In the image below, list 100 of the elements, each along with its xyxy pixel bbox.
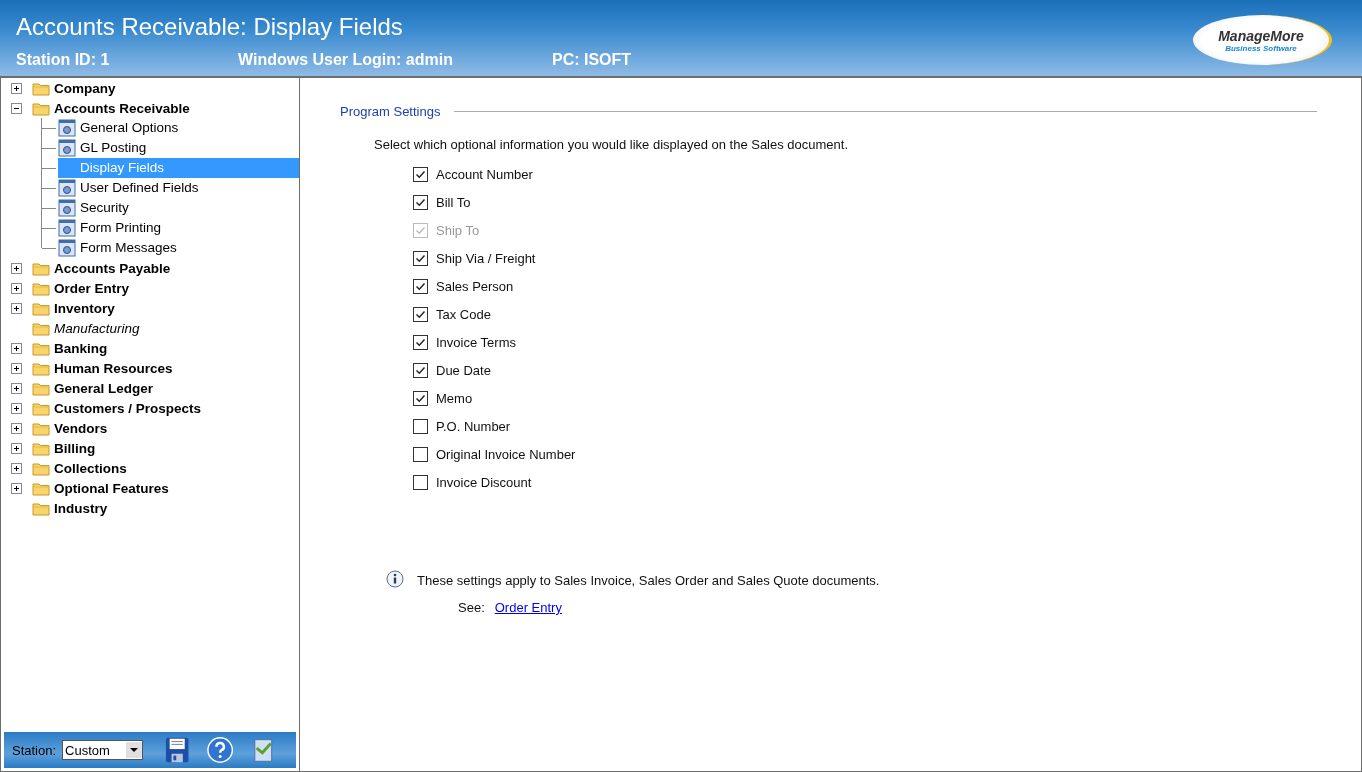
window-title: Accounts Receivable: Display Fields bbox=[16, 12, 404, 41]
checkbox-label: Invoice Discount bbox=[436, 474, 532, 490]
station-id-label: Station ID: 1 bbox=[16, 51, 111, 69]
folder-icon bbox=[32, 400, 50, 416]
folder-icon bbox=[32, 500, 50, 516]
checkbox-label: Invoice Terms bbox=[436, 334, 516, 350]
checkbox-label: Ship To bbox=[436, 222, 480, 238]
logo: ManageMore Business Software bbox=[1193, 15, 1332, 65]
expand-icon[interactable] bbox=[11, 282, 22, 294]
tree-item[interactable]: Human Resources bbox=[54, 360, 173, 376]
checkbox-label: P.O. Number bbox=[436, 418, 511, 434]
checkbox-label: Sales Person bbox=[436, 278, 514, 294]
tree-item[interactable]: Collections bbox=[54, 460, 127, 476]
tree-item[interactable]: Security bbox=[58, 198, 299, 218]
checkbox[interactable] bbox=[413, 278, 428, 294]
collapse-icon[interactable] bbox=[11, 102, 22, 114]
settings-page-icon bbox=[58, 119, 76, 137]
tree-item[interactable]: General Ledger bbox=[54, 380, 154, 396]
folder-icon bbox=[32, 360, 50, 376]
checkmark-icon bbox=[415, 364, 426, 376]
tree-item[interactable]: Billing bbox=[54, 440, 96, 456]
station-dropdown[interactable]: Custom bbox=[62, 740, 143, 760]
expand-icon[interactable] bbox=[11, 382, 22, 394]
folder-icon bbox=[32, 280, 50, 296]
checkbox[interactable] bbox=[413, 194, 428, 210]
tree-item[interactable]: Industry bbox=[54, 500, 108, 516]
folder-icon bbox=[32, 460, 50, 476]
checkbox[interactable] bbox=[413, 306, 428, 322]
checkbox[interactable] bbox=[413, 446, 428, 462]
checkbox-label: Account Number bbox=[436, 166, 533, 182]
folder-icon bbox=[32, 100, 50, 116]
folder-icon bbox=[32, 320, 50, 336]
folder-icon bbox=[32, 480, 50, 496]
expand-icon[interactable] bbox=[11, 462, 22, 474]
tree-item[interactable]: Form Messages bbox=[58, 238, 299, 258]
expand-icon[interactable] bbox=[11, 362, 22, 374]
info-icon bbox=[385, 570, 405, 590]
settings-page-icon bbox=[58, 179, 76, 197]
tree-item[interactable]: General Options bbox=[58, 118, 299, 138]
save-icon[interactable] bbox=[165, 736, 190, 764]
tree-item[interactable]: Banking bbox=[54, 340, 108, 356]
tree-item[interactable]: GL Posting bbox=[58, 138, 299, 158]
expand-icon[interactable] bbox=[11, 342, 22, 354]
folder-icon bbox=[32, 300, 50, 316]
folder-icon bbox=[32, 340, 50, 356]
tree-item[interactable]: Company bbox=[54, 80, 116, 96]
checkbox[interactable] bbox=[413, 166, 428, 182]
tree-item[interactable]: Order Entry bbox=[54, 280, 130, 296]
user-login-label: Windows User Login: admin bbox=[238, 51, 454, 69]
expand-icon[interactable] bbox=[11, 422, 22, 434]
expand-icon[interactable] bbox=[11, 482, 22, 494]
checkbox[interactable] bbox=[413, 390, 428, 406]
tree-item[interactable]: Vendors bbox=[54, 420, 108, 436]
help-icon[interactable] bbox=[207, 736, 234, 764]
folder-icon bbox=[32, 260, 50, 276]
expand-icon[interactable] bbox=[11, 262, 22, 274]
settings-page-icon bbox=[58, 139, 76, 157]
tree-item[interactable]: Customers / Prospects bbox=[54, 400, 202, 416]
checkmark-icon bbox=[415, 280, 426, 292]
checkbox-label: Original Invoice Number bbox=[436, 446, 576, 462]
expand-icon[interactable] bbox=[11, 402, 22, 414]
group-title: Program Settings bbox=[340, 104, 441, 119]
tree-item[interactable]: Accounts Payable bbox=[54, 260, 171, 276]
checkbox-label: Memo bbox=[436, 390, 473, 406]
see-label: See: bbox=[458, 600, 485, 615]
checkbox[interactable] bbox=[413, 334, 428, 350]
checkbox-label: Tax Code bbox=[436, 306, 491, 322]
tree-item[interactable]: Form Printing bbox=[58, 218, 299, 238]
tree-item[interactable]: Optional Features bbox=[54, 480, 169, 496]
order-entry-link[interactable]: Order Entry bbox=[494, 600, 562, 615]
instruction-text: Select which optional information you would like displayed on the Sales document. bbox=[374, 137, 850, 152]
tree-item[interactable]: Inventory bbox=[54, 300, 115, 316]
checkmark-icon bbox=[415, 196, 426, 208]
checkmark-icon bbox=[415, 168, 426, 180]
checkbox[interactable] bbox=[413, 362, 428, 378]
expand-icon[interactable] bbox=[11, 82, 22, 94]
settings-page-icon bbox=[58, 219, 76, 237]
tree-item[interactable]: User Defined Fields bbox=[58, 178, 299, 198]
checkmark-icon bbox=[415, 392, 426, 404]
pc-label: PC: ISOFT bbox=[552, 51, 632, 69]
checkmark-icon bbox=[415, 252, 426, 264]
station-label: Station: bbox=[12, 742, 57, 758]
note-text: These settings apply to Sales Invoice, Sales Order and Sales Quote documents. bbox=[417, 572, 880, 588]
folder-icon bbox=[32, 440, 50, 456]
checkbox[interactable] bbox=[413, 418, 428, 434]
folder-icon bbox=[32, 80, 50, 96]
tree-item[interactable]: Manufacturing bbox=[54, 320, 140, 336]
folder-icon bbox=[32, 420, 50, 436]
checkbox[interactable] bbox=[413, 474, 428, 490]
expand-icon[interactable] bbox=[11, 442, 22, 454]
checkbox[interactable] bbox=[413, 250, 428, 266]
folder-icon bbox=[32, 380, 50, 396]
expand-icon[interactable] bbox=[11, 302, 22, 314]
checkbox-label: Due Date bbox=[436, 362, 491, 378]
settings-page-icon bbox=[58, 199, 76, 217]
checkmark-icon bbox=[415, 224, 426, 236]
settings-page-icon bbox=[58, 239, 76, 257]
checkbox-label: Bill To bbox=[436, 194, 471, 210]
tree-item[interactable]: Accounts Receivable bbox=[54, 100, 190, 116]
checkbox-label: Ship Via / Freight bbox=[436, 250, 536, 266]
